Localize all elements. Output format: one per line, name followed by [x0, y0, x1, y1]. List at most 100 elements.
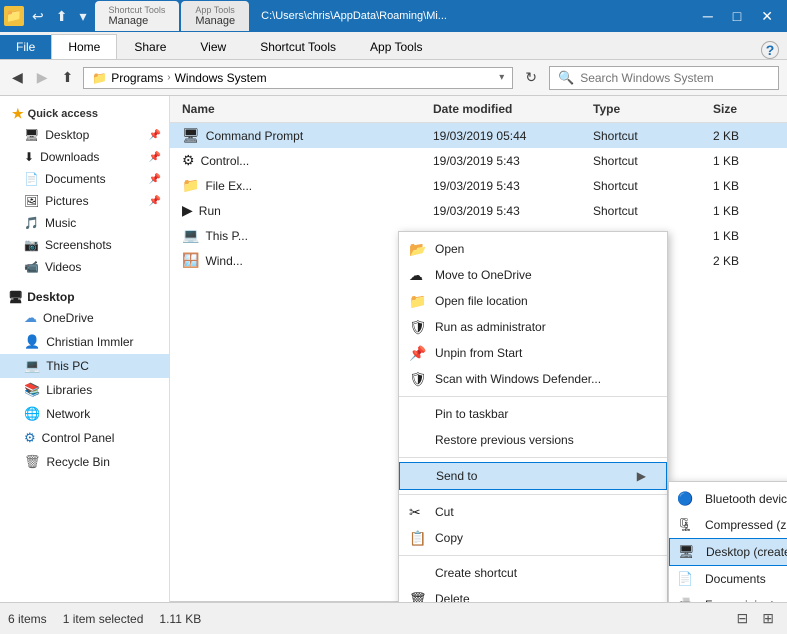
search-box[interactable]: 🔍 — [549, 66, 779, 90]
delete-icon: 🗑 — [409, 591, 427, 603]
sidebar-item-controlpanel[interactable]: ⚙ Control Panel — [0, 426, 169, 450]
ctx-item-cut[interactable]: ✂ Cut — [399, 499, 667, 525]
submenu-item-desktop[interactable]: 🖥 Desktop (create shortcut) — [669, 538, 787, 566]
submenu-item-bluetooth[interactable]: 🔵 Bluetooth device — [669, 486, 787, 512]
sidebar-item-music[interactable]: 🎵 Music — [0, 212, 169, 234]
col-size[interactable]: Size — [709, 100, 779, 118]
file-type-3: Shortcut — [589, 202, 709, 220]
table-row[interactable]: ▶ Run 19/03/2019 5:43 Shortcut 1 KB — [170, 198, 787, 223]
sidebar-item-downloads[interactable]: ⬇ Downloads 📌 — [0, 146, 169, 168]
forward-button[interactable]: ▶ — [33, 67, 52, 88]
ctx-item-open-location[interactable]: 📁 Open file location — [399, 288, 667, 314]
col-name[interactable]: Name — [178, 100, 429, 118]
ctx-item-move-onedrive[interactable]: ☁ Move to OneDrive — [399, 262, 667, 288]
sidebar-item-pictures[interactable]: 🖼 Pictures 📌 — [0, 190, 169, 212]
file-type-0: Shortcut — [589, 127, 709, 145]
sidebar-item-network[interactable]: 🌐 Network — [0, 402, 169, 426]
file-name-cell-4: 💻 This P... — [178, 225, 429, 246]
sidebar-thispc-label: This PC — [46, 359, 89, 373]
table-row[interactable]: ⚙ Control... 19/03/2019 5:43 Shortcut 1 … — [170, 148, 787, 173]
ctx-item-delete[interactable]: 🗑 Delete — [399, 586, 667, 602]
sidebar-item-screenshots[interactable]: 📷 Screenshots — [0, 234, 169, 256]
screenshots-icon: 📷 — [24, 238, 39, 252]
file-type-1: Shortcut — [589, 152, 709, 170]
manage-app-label[interactable]: Manage — [195, 15, 235, 27]
open-icon: 📂 — [409, 241, 426, 258]
sidebar-item-libraries[interactable]: 📚 Libraries — [0, 378, 169, 402]
sidebar-item-desktop[interactable]: 🖥 Desktop 📌 — [0, 124, 169, 146]
address-path-box[interactable]: 📁 Programs › Windows System ▾ — [83, 67, 513, 89]
sidebar-item-videos[interactable]: 📹 Videos — [0, 256, 169, 278]
tab-home[interactable]: Home — [51, 34, 117, 59]
ctx-item-create-shortcut[interactable]: Create shortcut — [399, 560, 667, 586]
ctx-unpin-label: Unpin from Start — [435, 346, 522, 360]
ctx-item-open[interactable]: 📂 Open — [399, 236, 667, 262]
ctx-cut-label: Cut — [435, 505, 454, 519]
qat-dropdown[interactable]: ▾ — [75, 6, 90, 27]
tab-file[interactable]: File — [0, 35, 51, 59]
file-name-4: This P... — [205, 229, 247, 243]
ctx-item-run-admin[interactable]: 🛡 Run as administrator — [399, 314, 667, 340]
ctx-copy-label: Copy — [435, 531, 463, 545]
breadcrumb-programs[interactable]: Programs — [111, 71, 163, 85]
sidebar-network-label: Network — [46, 407, 90, 421]
table-row[interactable]: 🖥 Command Prompt 19/03/2019 05:44 Shortc… — [170, 123, 787, 148]
sidebar-quick-access[interactable]: ★ Quick access — [0, 100, 169, 124]
file-name-cell-2: 📁 File Ex... — [178, 175, 429, 196]
breadcrumb-windows-system[interactable]: Windows System — [175, 71, 267, 85]
col-date[interactable]: Date modified — [429, 100, 589, 118]
onedrive-icon: ☁ — [409, 267, 423, 284]
submenu-item-fax[interactable]: 📠 Fax recipient — [669, 592, 787, 602]
file-name-5: Wind... — [205, 254, 242, 268]
app-tools-tab[interactable]: App Tools Manage — [181, 1, 249, 31]
sidebar-videos-label: Videos — [45, 260, 81, 274]
file-size-0: 2 KB — [709, 127, 779, 145]
ctx-item-pin-taskbar[interactable]: Pin to taskbar — [399, 401, 667, 427]
ctx-item-scan[interactable]: 🛡 Scan with Windows Defender... — [399, 366, 667, 392]
tab-share[interactable]: Share — [117, 34, 183, 59]
sidebar-item-thispc[interactable]: 💻 This PC — [0, 354, 169, 378]
table-row[interactable]: 📁 File Ex... 19/03/2019 5:43 Shortcut 1 … — [170, 173, 787, 198]
file-icon-4: 💻 — [182, 227, 199, 244]
person-icon: 👤 — [24, 334, 40, 350]
ctx-item-send-to[interactable]: Send to ▶ — [399, 462, 667, 490]
manage-shortcut-label[interactable]: Manage — [109, 15, 166, 27]
back-button[interactable]: ◀ — [8, 67, 27, 88]
sidebar-item-documents[interactable]: 📄 Documents 📌 — [0, 168, 169, 190]
ctx-item-copy[interactable]: 📋 Copy — [399, 525, 667, 551]
sidebar-desktop-group[interactable]: 🖥 Desktop — [0, 284, 169, 306]
qat-properties[interactable]: ⬆ — [52, 6, 72, 27]
sidebar-item-recyclebin[interactable]: 🗑 Recycle Bin — [0, 450, 169, 474]
search-input[interactable] — [580, 71, 750, 85]
tab-shortcut-tools[interactable]: Shortcut Tools — [243, 34, 353, 59]
star-icon: ★ — [12, 106, 24, 122]
ctx-item-unpin[interactable]: 📌 Unpin from Start — [399, 340, 667, 366]
details-view-button[interactable]: ⊟ — [732, 607, 754, 630]
ctx-item-restore-versions[interactable]: Restore previous versions — [399, 427, 667, 453]
videos-icon: 📹 — [24, 260, 39, 274]
tab-view[interactable]: View — [183, 34, 243, 59]
close-button[interactable]: ✕ — [751, 0, 783, 32]
sendto-arrow-icon: ▶ — [637, 469, 646, 483]
submenu-item-compressed[interactable]: 🗜 Compressed (zipped) folder — [669, 512, 787, 538]
maximize-button[interactable]: □ — [723, 0, 751, 32]
shortcut-tools-tab[interactable]: Shortcut Tools Manage — [95, 1, 180, 31]
sidebar-item-person[interactable]: 👤 Christian Immler — [0, 330, 169, 354]
submenu-fax-label: Fax recipient — [705, 598, 774, 602]
minimize-button[interactable]: ─ — [693, 0, 723, 32]
large-icons-view-button[interactable]: ⊞ — [757, 607, 779, 630]
qat-back[interactable]: ↩ — [28, 6, 48, 27]
documents-icon: 📄 — [24, 172, 39, 186]
up-button[interactable]: ⬆ — [58, 67, 78, 88]
help-button[interactable]: ? — [761, 41, 779, 59]
desktop-folder-icon: 🖥 — [8, 290, 23, 304]
refresh-button[interactable]: ↻ — [519, 67, 543, 88]
ctx-restore-label: Restore previous versions — [435, 433, 574, 447]
col-type[interactable]: Type — [589, 100, 709, 118]
sidebar-item-onedrive[interactable]: ☁ OneDrive — [0, 306, 169, 330]
tab-app-tools[interactable]: App Tools — [353, 34, 439, 59]
ctx-pin-taskbar-label: Pin to taskbar — [435, 407, 508, 421]
sidebar-onedrive-label: OneDrive — [43, 311, 94, 325]
submenu-item-documents[interactable]: 📄 Documents — [669, 566, 787, 592]
file-date-2: 19/03/2019 5:43 — [429, 177, 589, 195]
